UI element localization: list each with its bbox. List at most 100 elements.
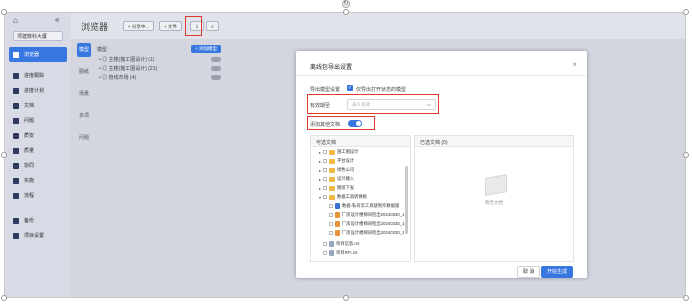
tree-checkbox[interactable] [323,159,327,163]
tree-node-label: 数据工具转换板 [337,194,368,199]
resize-handle-icon[interactable] [1,9,7,15]
tree-checkbox[interactable] [323,195,327,199]
sidebar-item-issue[interactable]: 问题 [5,113,71,128]
sidebar-item-progress[interactable]: 进度跟踪 [5,68,71,83]
folder-icon [329,167,335,173]
sidebar-item-label: 问题 [24,118,35,124]
visibility-toggle[interactable] [211,75,221,80]
tree-node-label: 平台设计 [337,158,355,163]
tree-folder[interactable]: ▸ 绿色公司 [319,166,354,174]
tab-drawing[interactable]: 图纸 [77,65,91,79]
sidebar-item-settings[interactable]: 项目设置 [5,228,71,243]
sidebar-item-label: 备份 [24,218,35,224]
tree-file[interactable]: 项目信息.rvt [323,240,359,248]
tab-model[interactable]: 模型 [77,43,91,57]
more-button[interactable]: ≡ [206,21,219,31]
quality2-icon [13,147,19,154]
resize-handle-icon[interactable] [683,295,689,301]
resize-handle-icon[interactable] [683,9,689,15]
top-toolbar: 浏览器 < 分享中... + 文件 ⇩ ≡ [71,13,685,39]
tree-node-label: 厂房设计楼梯间检出20240330_1 [342,221,405,226]
sidebar-item-quality2[interactable]: 质量 [5,143,71,158]
resize-handle-icon[interactable] [1,152,7,158]
page-title: 浏览器 [81,22,109,32]
resize-handle-icon[interactable] [343,295,349,301]
only-open-checkbox[interactable]: ✓ [347,85,353,91]
rotate-handle-icon[interactable]: ↻ [342,0,350,8]
tree-checkbox[interactable] [323,168,327,172]
tree-folder[interactable]: ▸ 施工图设计 [319,148,358,156]
sidebar-item-implement[interactable]: 实施 [5,173,71,188]
tree-folder[interactable]: ▸ 设计输入 [319,175,354,183]
tree-checkbox[interactable] [323,150,327,154]
sidebar-item-browser[interactable]: 浏览器 [9,47,67,62]
list-item[interactable]: • ◎ 主楼(施工图设计) (1) [93,55,225,64]
tree-checkbox[interactable] [329,213,333,217]
folder-icon [329,185,335,191]
tree-file[interactable]: 项目RFI.rvt [323,249,357,257]
sidebar-item-label: 流程 [24,193,35,199]
tree-node-label: 图纸下发 [337,185,355,190]
project-select[interactable]: 项建数科大厦 [13,31,63,41]
close-icon[interactable]: × [572,60,577,69]
sidebar-item-plan[interactable]: 进度计划 [5,83,71,98]
tree-file[interactable]: 厂房设计楼梯间检出20240330_1 [329,220,405,228]
resize-handle-icon[interactable] [1,295,7,301]
tree-folder[interactable]: ▾ 数据工具转换板 [319,193,367,201]
sidebar-item-quality[interactable]: 质安 [5,128,71,143]
selected-docs-title: 已选文档 (0) [415,136,573,147]
app-window: ⌂ « 项建数科大厦 浏览器 进度跟踪 进度计划 文档 问题 质安 质量 协同 … [5,13,685,297]
sidebar-item-label: 协同 [24,163,35,169]
sidebar-item-label: 质安 [24,133,35,139]
backup-icon [13,217,19,224]
home-icon[interactable]: ⌂ [13,16,18,25]
tree-folder[interactable]: ▸ 图纸下发 [319,184,354,192]
file-icon [335,212,340,218]
tab-issue[interactable]: 问题 [77,131,91,145]
list-item[interactable]: • ◎ 主楼(施工图设计) (21) [93,64,225,73]
visibility-toggle[interactable] [211,57,221,62]
folder-icon [329,149,335,155]
issue-icon [13,117,19,124]
file-icon [329,250,334,256]
highlight-box-export [185,16,202,36]
tree-checkbox[interactable] [329,222,333,226]
tree-checkbox[interactable] [329,204,333,208]
tree-file[interactable]: 厂房设计楼梯间检出20240330_1 [329,229,405,237]
tab-scene[interactable]: 场景 [77,87,91,101]
sidebar-item-flow[interactable]: 流程 [5,188,71,203]
folder-icon [329,176,335,182]
implement-icon [13,177,19,184]
list-item[interactable]: • ◎ 管线市场 (4) [93,73,225,82]
tree-checkbox[interactable] [329,231,333,235]
doc-tree: ▸ 施工图设计 ▸ 平台设计 ▸ 绿色公司 ▸ 设计输入 ▸ 图纸下发 ▾ 数据工具转换板 … [311,148,411,263]
tree-folder[interactable]: ▸ 平台设计 [319,157,354,165]
sidebar-item-doc[interactable]: 文档 [5,98,71,113]
collapse-icon[interactable]: « [55,15,59,24]
tree-checkbox[interactable] [323,186,327,190]
available-docs-title: 可选文档 [311,136,410,147]
tree-checkbox[interactable] [323,251,327,255]
share-button[interactable]: < 分享中... [123,21,155,31]
sidebar-item-backup[interactable]: 备份 [5,213,71,228]
sidebar-item-collab[interactable]: 协同 [5,158,71,173]
cancel-button[interactable]: 取 消 [517,266,541,278]
resize-handle-icon[interactable] [683,152,689,158]
tree-file[interactable]: 厂房设计楼梯间检出20240330_1 [329,211,405,219]
tab-multi[interactable]: 多项 [77,109,91,123]
dialog-title: 离线包导出设置 [310,65,353,71]
tree-checkbox[interactable] [323,242,327,246]
visibility-toggle[interactable] [211,66,221,71]
add-model-button[interactable]: + 添加模型 [191,45,221,53]
only-open-label: 仅导出打开状态的模型 [356,87,407,93]
resize-handle-icon[interactable] [343,9,349,15]
tree-node-label: 绿色公司 [337,167,355,172]
sidebar: ⌂ « 项建数科大厦 浏览器 进度跟踪 进度计划 文档 问题 质安 质量 协同 … [5,13,71,297]
generate-button[interactable]: 开始生成 [541,266,574,278]
tree-file[interactable]: 数据-私有云工具链制作数据版 [329,202,399,210]
export-dialog: 离线包导出设置 × 导出模型设置 ✓ 仅导出打开状态的模型 有效期至 永久有效 … [296,51,587,278]
add-file-button[interactable]: + 文件 [159,21,182,31]
tree-checkbox[interactable] [323,177,327,181]
tree-scrollbar[interactable] [405,166,408,234]
empty-box-icon [485,174,507,196]
